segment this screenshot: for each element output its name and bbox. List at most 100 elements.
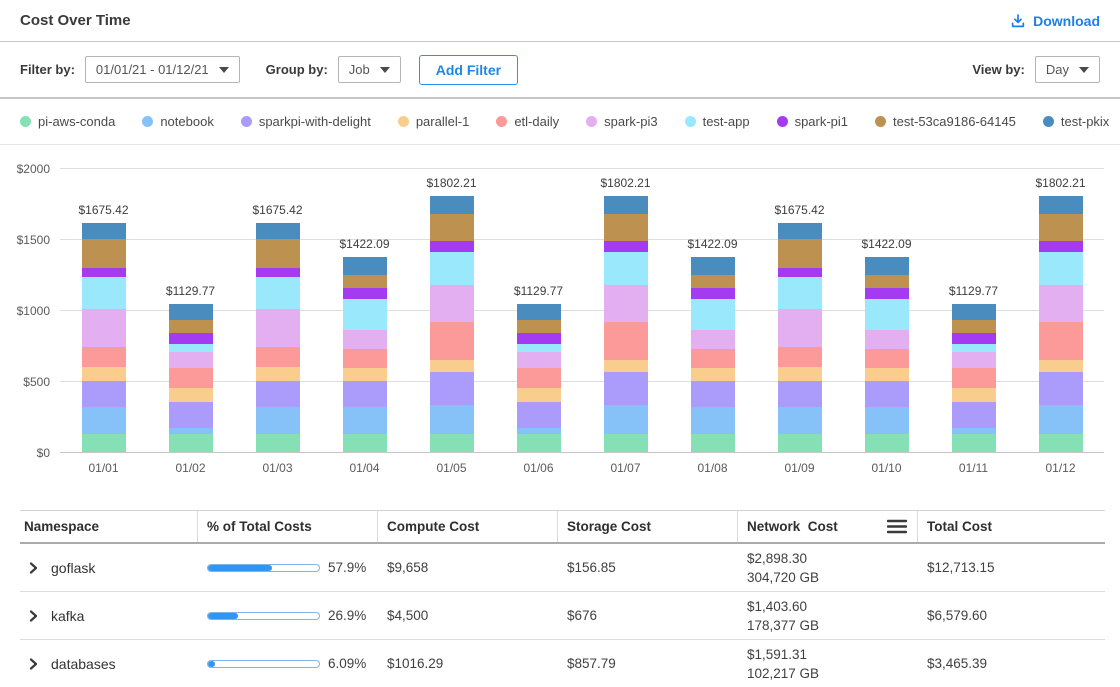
bar-segment-parallel-1[interactable]: [343, 368, 387, 381]
legend-item[interactable]: spark-pi3: [586, 114, 657, 129]
bar-segment-etl-daily[interactable]: [952, 368, 996, 388]
bar-segment-test-53ca9186-64145[interactable]: [691, 275, 735, 288]
bar-segment-sparkpi-with-delight[interactable]: [256, 381, 300, 407]
stacked-bar[interactable]: $1129.77: [517, 304, 561, 452]
bar-segment-test-53ca9186-64145[interactable]: [343, 275, 387, 288]
bar-segment-test-pkix[interactable]: [1039, 196, 1083, 214]
bar-segment-spark-pi1[interactable]: [430, 241, 474, 252]
bar-segment-test-pkix[interactable]: [865, 257, 909, 274]
column-header-namespace[interactable]: Namespace: [20, 511, 197, 542]
bar-segment-spark-pi1[interactable]: [256, 268, 300, 277]
stacked-bar[interactable]: $1422.09: [343, 257, 387, 452]
bar-segment-test-app[interactable]: [778, 277, 822, 309]
bar-segment-spark-pi3[interactable]: [691, 330, 735, 349]
stacked-bar[interactable]: $1802.21: [604, 196, 648, 452]
date-range-select[interactable]: 01/01/21 - 01/12/21: [85, 56, 240, 83]
bar-segment-sparkpi-with-delight[interactable]: [1039, 372, 1083, 405]
bar-segment-test-pkix[interactable]: [604, 196, 648, 214]
legend-item[interactable]: sparkpi-with-delight: [241, 114, 371, 129]
bar-segment-sparkpi-with-delight[interactable]: [865, 381, 909, 407]
bar-segment-pi-aws-conda[interactable]: [517, 434, 561, 452]
bar-segment-test-53ca9186-64145[interactable]: [430, 214, 474, 241]
bar-segment-spark-pi1[interactable]: [517, 333, 561, 345]
bar-segment-parallel-1[interactable]: [430, 360, 474, 372]
bar-segment-test-app[interactable]: [604, 252, 648, 286]
download-button[interactable]: Download: [1010, 13, 1100, 29]
view-by-select[interactable]: Day: [1035, 56, 1100, 83]
bar-segment-test-53ca9186-64145[interactable]: [865, 275, 909, 288]
bar-segment-spark-pi3[interactable]: [430, 285, 474, 322]
bar-segment-spark-pi1[interactable]: [604, 241, 648, 252]
stacked-bar[interactable]: $1802.21: [1039, 196, 1083, 452]
stacked-bar[interactable]: $1129.77: [952, 304, 996, 452]
bar-segment-pi-aws-conda[interactable]: [169, 434, 213, 452]
expand-chevron-icon[interactable]: [28, 658, 39, 670]
bar-segment-notebook[interactable]: [343, 407, 387, 435]
bar-segment-parallel-1[interactable]: [604, 360, 648, 372]
bar-segment-spark-pi3[interactable]: [952, 352, 996, 368]
bar-segment-notebook[interactable]: [691, 407, 735, 435]
bar-segment-sparkpi-with-delight[interactable]: [691, 381, 735, 407]
bar-segment-notebook[interactable]: [256, 407, 300, 435]
bar-segment-parallel-1[interactable]: [1039, 360, 1083, 372]
column-header-total-cost[interactable]: Total Cost: [917, 511, 1105, 542]
bar-segment-parallel-1[interactable]: [256, 367, 300, 381]
legend-item[interactable]: test-pkix: [1043, 114, 1109, 129]
bar-segment-test-pkix[interactable]: [517, 304, 561, 321]
bar-segment-test-app[interactable]: [952, 344, 996, 352]
bar-segment-spark-pi3[interactable]: [1039, 285, 1083, 322]
bar-segment-etl-daily[interactable]: [256, 347, 300, 367]
bar-segment-parallel-1[interactable]: [952, 388, 996, 402]
bar-segment-pi-aws-conda[interactable]: [604, 434, 648, 452]
bar-segment-etl-daily[interactable]: [430, 322, 474, 360]
bar-segment-pi-aws-conda[interactable]: [256, 434, 300, 452]
bar-segment-spark-pi1[interactable]: [169, 333, 213, 345]
bar-segment-test-pkix[interactable]: [82, 223, 126, 239]
bar-segment-pi-aws-conda[interactable]: [343, 434, 387, 452]
bar-segment-test-pkix[interactable]: [778, 223, 822, 239]
legend-item[interactable]: etl-daily: [496, 114, 559, 129]
bar-segment-test-pkix[interactable]: [430, 196, 474, 214]
bar-segment-parallel-1[interactable]: [778, 367, 822, 381]
bar-segment-etl-daily[interactable]: [343, 349, 387, 367]
bar-segment-test-pkix[interactable]: [343, 257, 387, 274]
stacked-bar[interactable]: $1129.77: [169, 304, 213, 452]
legend-item[interactable]: test-53ca9186-64145: [875, 114, 1016, 129]
bar-segment-spark-pi1[interactable]: [865, 288, 909, 300]
legend-item[interactable]: test-app: [685, 114, 750, 129]
bar-segment-spark-pi1[interactable]: [691, 288, 735, 300]
bar-segment-spark-pi3[interactable]: [169, 352, 213, 368]
bar-segment-pi-aws-conda[interactable]: [865, 434, 909, 452]
stacked-bar[interactable]: $1675.42: [778, 223, 822, 452]
bar-segment-sparkpi-with-delight[interactable]: [343, 381, 387, 407]
bar-segment-test-53ca9186-64145[interactable]: [952, 320, 996, 332]
legend-item[interactable]: spark-pi1: [777, 114, 848, 129]
stacked-bar[interactable]: $1675.42: [82, 223, 126, 452]
stacked-bar[interactable]: $1422.09: [691, 257, 735, 452]
bar-segment-test-app[interactable]: [343, 299, 387, 330]
bar-segment-test-53ca9186-64145[interactable]: [82, 239, 126, 269]
bar-segment-test-app[interactable]: [169, 344, 213, 352]
add-filter-button[interactable]: Add Filter: [419, 55, 518, 85]
bar-segment-test-pkix[interactable]: [952, 304, 996, 321]
bar-segment-sparkpi-with-delight[interactable]: [604, 372, 648, 405]
bar-segment-spark-pi1[interactable]: [952, 333, 996, 345]
stacked-bar[interactable]: $1675.42: [256, 223, 300, 452]
bar-segment-spark-pi1[interactable]: [778, 268, 822, 277]
legend-item[interactable]: parallel-1: [398, 114, 469, 129]
bar-segment-test-53ca9186-64145[interactable]: [778, 239, 822, 269]
bar-segment-sparkpi-with-delight[interactable]: [952, 402, 996, 428]
bar-segment-test-53ca9186-64145[interactable]: [169, 320, 213, 332]
bar-segment-test-53ca9186-64145[interactable]: [256, 239, 300, 269]
stacked-bar[interactable]: $1802.21: [430, 196, 474, 452]
bar-segment-pi-aws-conda[interactable]: [82, 434, 126, 452]
bar-segment-test-app[interactable]: [82, 277, 126, 309]
bar-segment-etl-daily[interactable]: [865, 349, 909, 367]
bar-segment-spark-pi3[interactable]: [256, 309, 300, 347]
bar-segment-spark-pi3[interactable]: [343, 330, 387, 349]
menu-icon[interactable]: [887, 519, 907, 534]
bar-segment-spark-pi3[interactable]: [517, 352, 561, 368]
bar-segment-pi-aws-conda[interactable]: [1039, 434, 1083, 452]
bar-segment-test-app[interactable]: [1039, 252, 1083, 286]
stacked-bar[interactable]: $1422.09: [865, 257, 909, 452]
